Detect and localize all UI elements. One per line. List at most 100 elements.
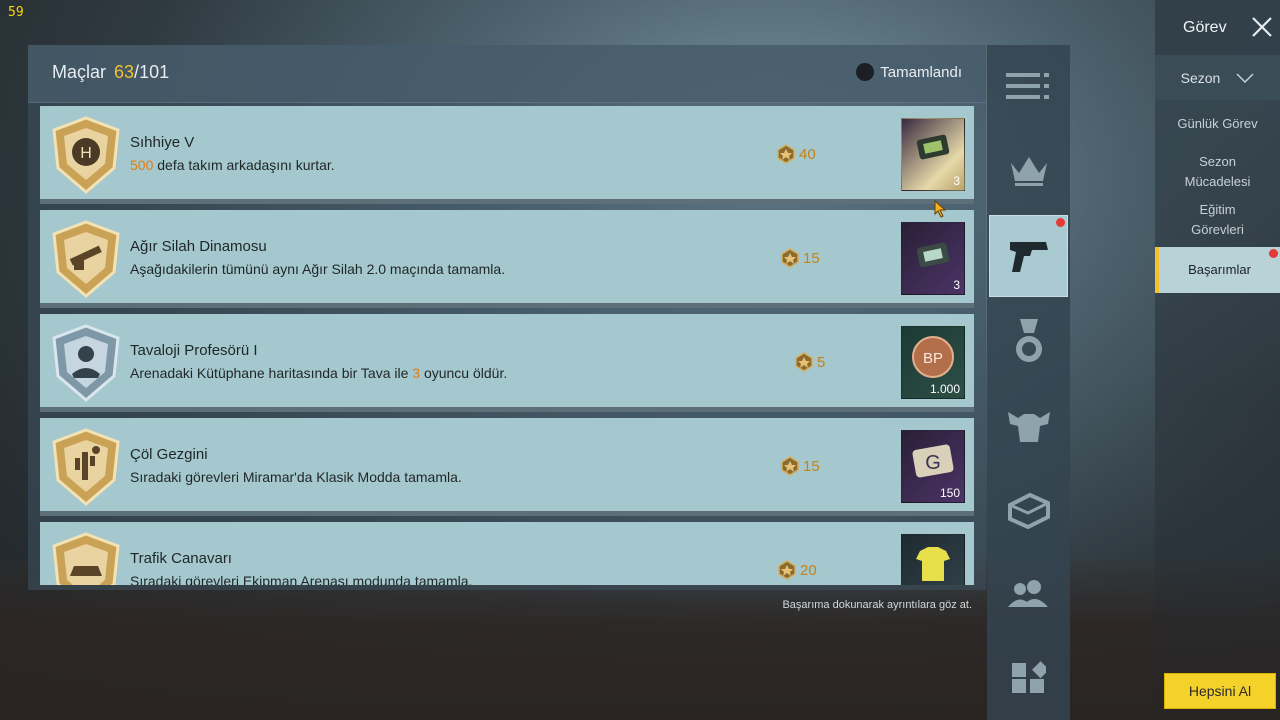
desc-text: Sıradaki görevleri Miramar'da Klasik Mod… [130, 469, 462, 485]
tab-crown[interactable] [987, 129, 1070, 211]
tab-fitness[interactable] [987, 385, 1070, 467]
hint-text: Başarıma dokunarak ayrıntılara göz at. [782, 599, 972, 611]
car-badge-icon [52, 532, 120, 585]
crate-coupon-icon [916, 242, 950, 268]
matches-counter: Maçlar 63/101 [52, 62, 169, 83]
desc-text: oyuncu öldür. [420, 365, 508, 381]
desc-text: defa takım arkadaşını kurtar. [153, 157, 335, 173]
bp-coin-icon: BP [912, 336, 954, 378]
menu-item-season-challenge[interactable]: Sezon Mücadelesi [1155, 152, 1280, 192]
achievement-title: Ağır Silah Dinamosu [130, 238, 267, 255]
achievement-title: Tavaloji Profesörü I [130, 342, 258, 359]
achievement-row[interactable]: Tavaloji Profesörü I Arenadaki Kütüphane… [40, 314, 974, 412]
fps-counter: 59 [8, 5, 24, 20]
achievement-title: Trafik Canavarı [130, 550, 232, 567]
medal-icon [1015, 319, 1042, 362]
reward-item[interactable]: BP 1.000 [901, 326, 965, 399]
crate-icon [1007, 492, 1050, 529]
matches-label: Maçlar [52, 62, 107, 82]
achievement-title: Çöl Gezgini [130, 446, 208, 463]
notification-dot [1269, 249, 1278, 258]
reward-quantity: 150 [939, 486, 960, 500]
pistol-icon [1009, 242, 1048, 272]
desc-text: Arenadaki Kütüphane haritasında bir Tava… [130, 365, 413, 381]
achievements-panel: Maçlar 63/101 Tamamlandı H Sıhhiye V 500 … [28, 45, 986, 590]
achievement-points: 20 [777, 560, 817, 580]
reward-quantity: 3 [953, 278, 960, 292]
reward-item[interactable]: G 150 [901, 430, 965, 503]
achievement-row[interactable]: Trafik Canavarı Sıradaki görevleri Ekipm… [40, 522, 974, 585]
desert-badge-icon [52, 428, 120, 506]
g-coin-icon: G [912, 444, 954, 478]
season-label: Sezon [1180, 69, 1221, 86]
crown-icon [1010, 157, 1047, 186]
achievement-points: 40 [776, 144, 816, 164]
achievement-row[interactable]: Ağır Silah Dinamosu Aşağıdakilerin tümün… [40, 210, 974, 308]
reward-quantity: 3 [953, 174, 960, 188]
tshirt-icon [916, 547, 950, 581]
desc-highlight: 500 [130, 157, 154, 173]
svg-text:BP: BP [923, 350, 943, 367]
svg-text:H: H [80, 145, 92, 162]
collect-all-button[interactable]: Hepsini Al [1164, 673, 1276, 709]
menu-item-achievements-label: Başarımlar [1188, 262, 1251, 277]
category-sidebar [987, 45, 1070, 720]
achievement-point-icon [795, 352, 813, 372]
achievement-row[interactable]: Çöl Gezgini Sıradaki görevleri Miramar'd… [40, 418, 974, 516]
mission-menu-header: Görev [1155, 0, 1280, 55]
pan-professor-badge-icon [52, 324, 120, 402]
achievement-desc: Sıradaki görevleri Ekipman Arenası modun… [130, 573, 472, 585]
menu-item-training[interactable]: Eğitim Görevleri [1155, 200, 1280, 240]
reward-quantity: 1.000 [929, 382, 960, 396]
reward-item[interactable]: 3 [901, 222, 965, 295]
achievement-title: Sıhhiye V [130, 134, 195, 151]
points-value: 5 [817, 353, 826, 371]
achievement-desc: Aşağıdakilerin tümünü aynı Ağır Silah 2.… [130, 261, 505, 277]
achievement-row[interactable]: H Sıhhiye V 500 defa takım arkadaşını ku… [40, 106, 974, 204]
chevron-down-icon [1236, 72, 1254, 83]
tab-weapons[interactable] [989, 215, 1068, 297]
points-value: 40 [799, 145, 816, 163]
achievement-points: 15 [780, 248, 820, 268]
tab-list[interactable] [987, 45, 1070, 127]
tab-medal[interactable] [987, 301, 1070, 383]
friends-icon [1007, 580, 1048, 607]
achievement-point-icon [781, 456, 799, 476]
svg-text:G: G [925, 452, 941, 474]
tab-more[interactable] [987, 637, 1070, 719]
matches-total: 101 [139, 62, 170, 82]
close-icon[interactable] [1251, 16, 1273, 38]
heavy-weapon-badge-icon [52, 220, 120, 298]
reward-item[interactable]: 3 [901, 118, 965, 191]
mission-menu: Görev Sezon Günlük Görev Sezon Mücadeles… [1155, 0, 1280, 720]
desc-highlight: 3 [412, 365, 421, 381]
points-value: 15 [803, 249, 820, 267]
completed-filter[interactable]: Tamamlandı [856, 63, 962, 81]
reward-item[interactable] [901, 534, 965, 585]
achievement-desc: Arenadaki Kütüphane haritasında bir Tava… [130, 365, 507, 381]
menu-item-achievements[interactable]: Başarımlar [1155, 247, 1280, 293]
menu-item-daily[interactable]: Günlük Görev [1155, 114, 1280, 134]
notification-dot [1056, 218, 1065, 227]
tab-friends[interactable] [987, 553, 1070, 635]
desc-text: Sıradaki görevleri Ekipman Arenası modun… [130, 573, 473, 585]
mission-menu-title: Görev [1183, 19, 1227, 36]
completed-toggle-icon[interactable] [856, 63, 875, 81]
season-dropdown[interactable]: Sezon [1155, 55, 1280, 100]
desc-text: Aşağıdakilerin tümünü aynı Ağır Silah 2.… [130, 261, 506, 277]
points-value: 15 [803, 457, 820, 475]
matches-current: 63 [114, 62, 135, 82]
tab-crate[interactable] [987, 469, 1070, 551]
achievement-desc: 500 defa takım arkadaşını kurtar. [130, 157, 335, 173]
crate-coupon-icon [916, 134, 950, 160]
achievement-point-icon [778, 560, 796, 580]
achievement-list[interactable]: H Sıhhiye V 500 defa takım arkadaşını ku… [40, 106, 974, 585]
grid-icon [1011, 661, 1046, 693]
mouse-cursor-icon [934, 200, 946, 218]
points-value: 20 [800, 561, 817, 579]
achievement-points: 15 [780, 456, 820, 476]
achievement-point-icon [781, 248, 799, 268]
achievement-desc: Sıradaki görevleri Miramar'da Klasik Mod… [130, 469, 462, 485]
achievement-point-icon [777, 144, 795, 164]
completed-label: Tamamlandı [880, 63, 962, 81]
